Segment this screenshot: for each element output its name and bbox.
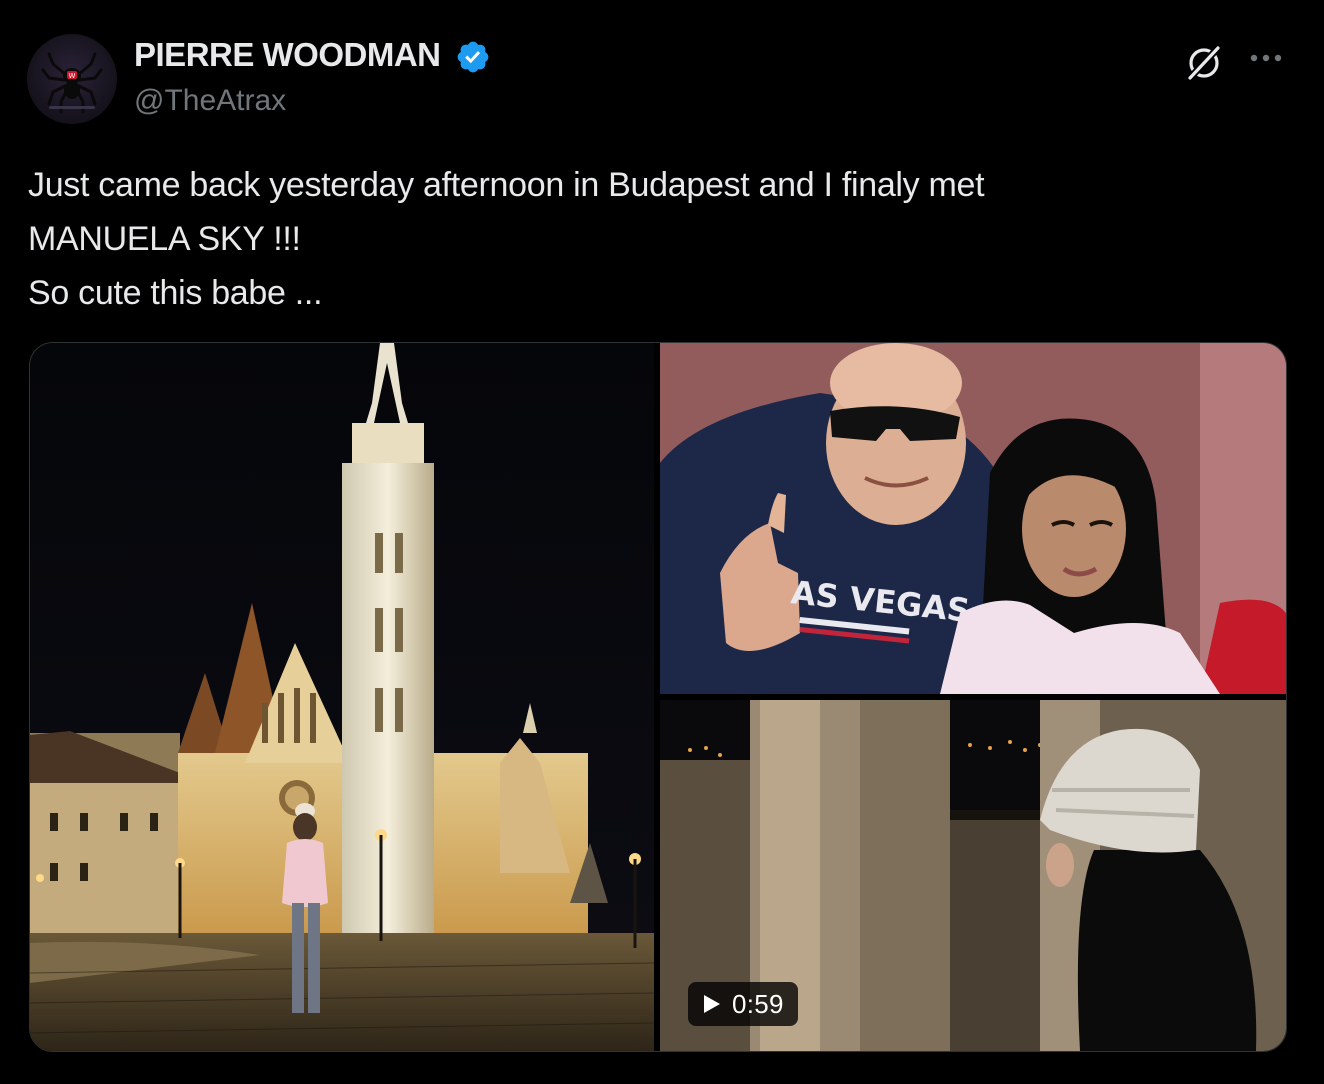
tweet: W PIERRE WOODMAN @TheAtrax Just came bac…	[0, 0, 1324, 1084]
tweet-text-line: So cute this babe ...	[28, 274, 323, 312]
photo-cathedral[interactable]	[30, 343, 654, 1051]
media-grid: AS VEGAS 0:59	[29, 342, 1287, 1052]
video-duration-badge: 0:59	[688, 982, 798, 1026]
svg-text:W: W	[69, 72, 76, 80]
spider-logo-icon: W	[41, 52, 103, 114]
play-icon[interactable]	[700, 993, 722, 1015]
photo-selfie[interactable]: AS VEGAS	[660, 343, 1286, 694]
tweet-text-line: MANUELA SKY !!!	[28, 220, 301, 258]
tweet-text-line: Just came back yesterday afternoon in Bu…	[28, 166, 985, 204]
author-avatar[interactable]: W	[27, 34, 117, 124]
video-duration-text: 0:59	[732, 988, 784, 1019]
verified-badge-icon	[457, 41, 489, 73]
grok-icon[interactable]	[1184, 42, 1224, 82]
tweet-text: Just came back yesterday afternoon in Bu…	[28, 158, 1288, 320]
author-display-name[interactable]: PIERRE WOODMAN	[134, 36, 441, 74]
video-player[interactable]: 0:59	[660, 700, 1286, 1051]
more-icon[interactable]	[1246, 44, 1286, 72]
author-handle[interactable]: @TheAtrax	[134, 84, 286, 118]
